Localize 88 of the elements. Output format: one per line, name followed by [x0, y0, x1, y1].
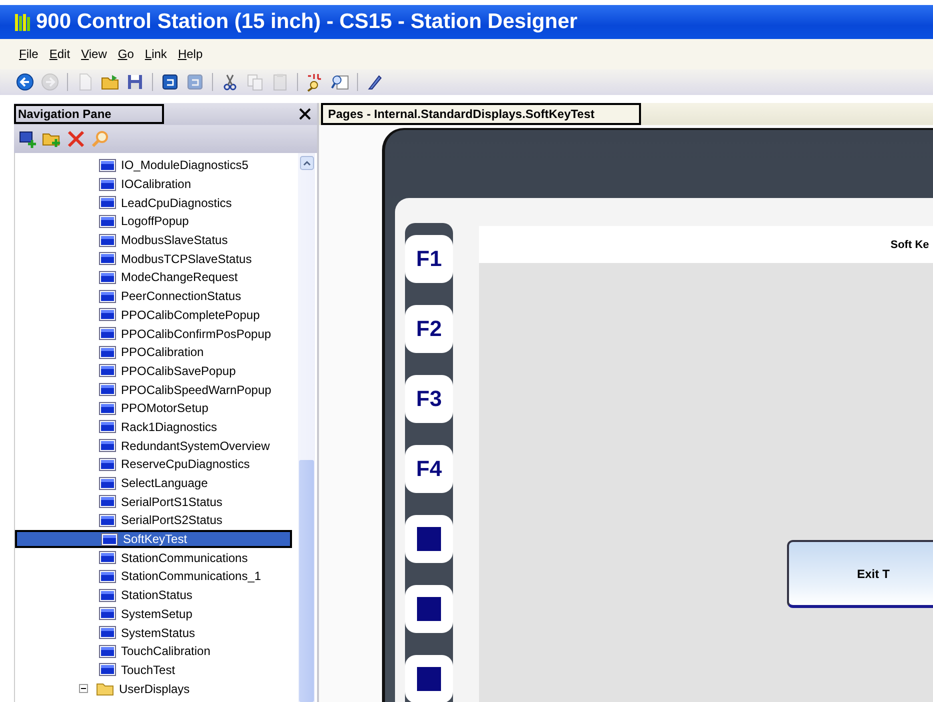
- page-icon: [99, 158, 116, 172]
- tree-item[interactable]: PPOCalibration: [121, 345, 204, 360]
- page-icon: [99, 402, 116, 415]
- tree-item[interactable]: PeerConnectionStatus: [121, 289, 242, 304]
- page-icon: [99, 476, 116, 490]
- soft-key[interactable]: [405, 655, 453, 702]
- document-tab[interactable]: Pages - Internal.StandardDisplays.SoftKeyTest: [321, 103, 641, 125]
- page-icon: [99, 495, 116, 508]
- scrollbar[interactable]: [298, 153, 315, 702]
- tree-item[interactable]: IOCalibration: [121, 177, 192, 192]
- page-icon: [99, 551, 116, 564]
- page-icon: [99, 607, 116, 620]
- bar-chart-icon: [14, 12, 32, 32]
- soft-key[interactable]: F1: [405, 235, 453, 283]
- soft-key[interactable]: [405, 585, 453, 633]
- tree-item[interactable]: LeadCpuDiagnostics: [121, 196, 232, 210]
- page-icon: [99, 346, 116, 359]
- page-icon: [99, 327, 116, 340]
- tree-item[interactable]: UserDisplays: [119, 682, 190, 696]
- tree-item[interactable]: RedundantSystemOverview: [121, 438, 270, 453]
- page-icon: [99, 308, 116, 322]
- page-icon: [99, 663, 116, 676]
- page-icon: [99, 252, 116, 266]
- add-page-icon[interactable]: [18, 129, 38, 149]
- page-icon: [99, 458, 116, 471]
- window-title: 900 Control Station (15 inch) - CS15 - Station Designer: [36, 10, 578, 34]
- page-icon: [99, 270, 116, 284]
- page-icon: [99, 588, 116, 602]
- page-icon: [99, 196, 116, 210]
- folder-icon[interactable]: [100, 72, 120, 92]
- soft-key[interactable]: F2: [405, 305, 453, 353]
- close-icon[interactable]: [299, 108, 311, 120]
- page-icon: [99, 383, 116, 396]
- tree-item[interactable]: PPOMotorSetup: [121, 401, 208, 416]
- tree-item[interactable]: PPOCalibCompletePopup: [121, 308, 260, 322]
- tree-item[interactable]: PPOCalibSpeedWarnPopup: [121, 382, 272, 397]
- page-icon: [99, 570, 116, 583]
- tree-item[interactable]: ReserveCpuDiagnostics: [121, 457, 250, 472]
- menu-item[interactable]: Help: [172, 47, 209, 61]
- folder-icon: [96, 682, 114, 696]
- page-icon: [101, 532, 118, 546]
- tree-item[interactable]: PPOCalibConfirmPosPopup: [121, 326, 272, 341]
- pane-title: Navigation Pane: [14, 104, 164, 124]
- square-icon: [417, 597, 441, 621]
- tree-item[interactable]: StationCommunications: [121, 550, 248, 565]
- page-icon: [99, 626, 116, 640]
- tree-item[interactable]: LogoffPopup: [121, 214, 189, 228]
- tree-item[interactable]: SelectLanguage: [121, 476, 208, 490]
- menu-item[interactable]: View: [76, 47, 113, 61]
- page-icon: [99, 234, 116, 247]
- tree-item[interactable]: SerialPortS2Status: [121, 513, 222, 528]
- soft-key[interactable]: F4: [405, 445, 453, 493]
- tree-item[interactable]: SystemStatus: [121, 626, 196, 640]
- menu-item[interactable]: Go: [112, 47, 140, 61]
- tree-item[interactable]: SerialPortS1Status: [121, 494, 222, 509]
- collapse-icon[interactable]: [79, 684, 88, 694]
- tree-item[interactable]: ModbusTCPSlaveStatus: [121, 252, 252, 266]
- tree-item[interactable]: PPOCalibSavePopup: [121, 364, 236, 378]
- screen-title: Soft Ke: [890, 238, 929, 250]
- tree-item[interactable]: TouchTest: [121, 662, 176, 677]
- menu-item[interactable]: Edit: [44, 47, 76, 61]
- tree-item[interactable]: TouchCalibration: [121, 644, 210, 658]
- soft-key[interactable]: F3: [405, 375, 453, 423]
- tree-item[interactable]: Rack1Diagnostics: [121, 420, 218, 434]
- soft-key[interactable]: [405, 515, 453, 563]
- tree-item[interactable]: SoftKeyTest: [123, 532, 188, 546]
- page-icon: [99, 420, 116, 434]
- square-icon: [417, 667, 441, 691]
- menu-item[interactable]: Link: [140, 47, 173, 61]
- page-icon: [99, 178, 116, 191]
- exit-button[interactable]: Exit T: [787, 540, 933, 608]
- tree-item[interactable]: ModeChangeRequest: [121, 270, 238, 284]
- tree-item[interactable]: IO_ModuleDiagnostics5: [121, 158, 248, 172]
- page-icon: [99, 290, 116, 303]
- page-icon: [99, 644, 116, 658]
- page-icon: [99, 214, 116, 228]
- scroll-thumb[interactable]: [299, 460, 314, 702]
- tree-item[interactable]: SystemSetup: [121, 606, 192, 621]
- delete-icon[interactable]: [66, 129, 86, 149]
- tree-item[interactable]: StationStatus: [121, 588, 192, 602]
- page-icon: [99, 439, 116, 452]
- tree-item[interactable]: StationCommunications_1: [121, 569, 262, 584]
- tree-item[interactable]: ModbusSlaveStatus: [121, 233, 228, 248]
- square-icon: [417, 527, 441, 551]
- display-icon[interactable]: [160, 72, 180, 92]
- page-icon: [99, 514, 116, 527]
- menu-item[interactable]: File: [14, 47, 44, 61]
- page-icon: [99, 364, 116, 378]
